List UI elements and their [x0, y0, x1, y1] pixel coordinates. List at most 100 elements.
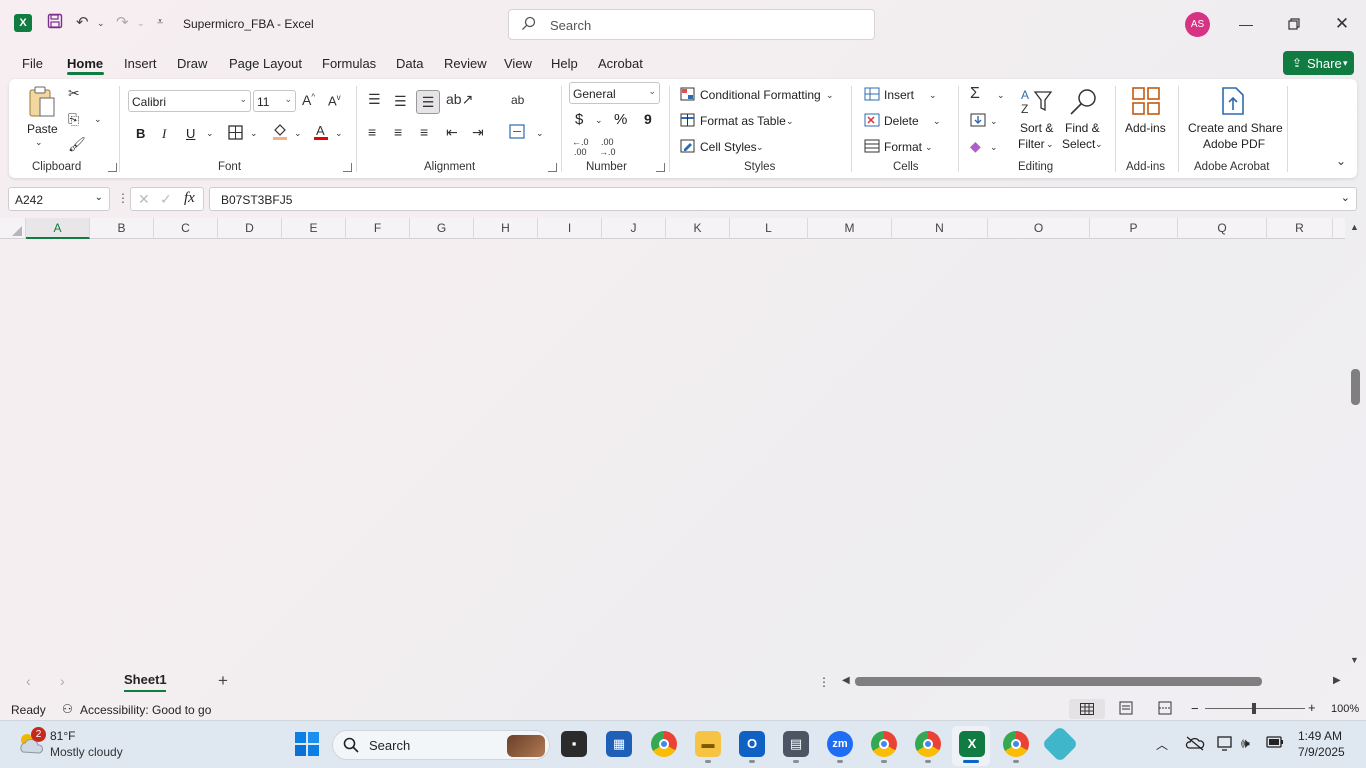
align-right-icon[interactable]: ≡	[420, 124, 428, 140]
chevron-down-icon[interactable]: ⌄	[1046, 139, 1054, 150]
sort-filter-label[interactable]: Sort &	[1020, 121, 1053, 135]
scroll-left-icon[interactable]: ◀	[842, 675, 850, 686]
column-header[interactable]: M	[808, 218, 892, 239]
weather-temp[interactable]: 81°F	[50, 729, 75, 743]
column-header[interactable]: P	[1090, 218, 1178, 239]
chrome-profile-icon[interactable]	[915, 731, 941, 757]
font-launcher-icon[interactable]	[343, 163, 352, 172]
decrease-font-icon[interactable]: Av	[328, 93, 341, 108]
tab-draw[interactable]: Draw	[177, 56, 207, 71]
column-header[interactable]: B	[90, 218, 154, 239]
expand-formula-icon[interactable]: ⌄	[1341, 191, 1350, 204]
close-icon[interactable]: ✕	[1330, 12, 1354, 36]
tab-formulas[interactable]: Formulas	[322, 56, 376, 71]
column-header[interactable]: D	[218, 218, 282, 239]
merge-center-icon[interactable]	[509, 124, 525, 142]
format-cells-icon[interactable]	[864, 139, 880, 156]
cancel-entry-icon[interactable]: ✕	[138, 191, 150, 208]
wrap-text-icon[interactable]: ab	[511, 93, 524, 107]
find-select-icon[interactable]	[1068, 86, 1100, 119]
conditional-formatting-button[interactable]: Conditional Formatting	[700, 88, 821, 102]
add-ins-button[interactable]: Add-ins	[1125, 121, 1166, 135]
tab-data[interactable]: Data	[396, 56, 423, 71]
borders-dropdown-icon[interactable]: ⌄	[250, 128, 258, 139]
worksheet-grid[interactable]	[0, 239, 1345, 666]
weather-description[interactable]: Mostly cloudy	[50, 745, 123, 759]
currency-dropdown-icon[interactable]: ⌄	[595, 115, 603, 126]
sort-filter-icon[interactable]: AZ	[1019, 86, 1053, 119]
tab-file[interactable]: File	[22, 56, 43, 71]
clipboard-launcher-icon[interactable]	[108, 163, 117, 172]
show-hidden-icons[interactable]: ︿	[1156, 736, 1168, 753]
increase-font-icon[interactable]: A^	[302, 92, 315, 108]
zoom-slider-thumb[interactable]	[1252, 703, 1256, 714]
percent-button[interactable]: %	[614, 111, 627, 128]
volume-icon[interactable]: 🕪	[1241, 735, 1250, 752]
select-all-corner[interactable]	[0, 218, 26, 239]
increase-decimal-icon[interactable]: ←.0.00	[572, 137, 589, 157]
bold-button[interactable]: B	[136, 126, 145, 141]
column-header[interactable]: K	[666, 218, 730, 239]
paste-dropdown-icon[interactable]: ⌄	[35, 137, 43, 148]
fill-icon[interactable]	[970, 113, 986, 130]
chrome-icon[interactable]	[651, 731, 677, 757]
sort-filter-label-2[interactable]: Filter	[1018, 137, 1045, 151]
chevron-down-icon[interactable]: ⌄	[826, 90, 834, 101]
column-header[interactable]: I	[538, 218, 602, 239]
start-button[interactable]	[295, 732, 319, 759]
task-view-icon[interactable]: ▪	[561, 731, 587, 757]
minimize-icon[interactable]: —	[1234, 12, 1258, 36]
find-select-label-2[interactable]: Select	[1062, 137, 1095, 151]
fill-color-dropdown-icon[interactable]: ⌄	[294, 128, 302, 139]
cell-styles-button[interactable]: Cell Styles	[700, 140, 757, 154]
align-top-icon[interactable]: ☰	[368, 91, 381, 108]
borders-icon[interactable]	[228, 125, 243, 143]
outlook-icon[interactable]: O	[739, 731, 765, 757]
page-layout-view-icon[interactable]	[1119, 701, 1133, 718]
format-as-table-button[interactable]: Format as Table	[700, 114, 786, 128]
create-pdf-icon[interactable]	[1219, 86, 1247, 119]
font-name-select[interactable]: Calibri ⌄	[128, 90, 251, 112]
column-header[interactable]: H	[474, 218, 538, 239]
tab-page-layout[interactable]: Page Layout	[229, 56, 302, 71]
format-painter-icon[interactable]: 🖌	[68, 136, 86, 153]
more-options-icon[interactable]: ⋮	[117, 191, 129, 205]
column-header[interactable]: J	[602, 218, 666, 239]
column-header[interactable]: N	[892, 218, 988, 239]
clear-dropdown-icon[interactable]: ⌄	[990, 142, 998, 153]
accessibility-status[interactable]: Accessibility: Good to go	[80, 703, 211, 717]
currency-button[interactable]: $	[575, 111, 583, 128]
number-format-select[interactable]: General ⌄	[569, 82, 660, 104]
insert-function-icon[interactable]: fx	[184, 190, 195, 207]
zoom-out-icon[interactable]: −	[1191, 701, 1199, 716]
font-size-select[interactable]: 11 ⌄	[253, 90, 296, 112]
calculator-icon[interactable]: ▤	[783, 731, 809, 757]
chevron-down-icon[interactable]: ⌄	[1095, 139, 1103, 150]
tab-review[interactable]: Review	[444, 56, 487, 71]
column-header[interactable]: L	[730, 218, 808, 239]
decrease-indent-icon[interactable]: ⇤	[446, 124, 458, 141]
column-header[interactable]: F	[346, 218, 410, 239]
column-header[interactable]: Q	[1178, 218, 1267, 239]
cut-icon[interactable]: ✂	[68, 85, 80, 102]
underline-dropdown-icon[interactable]: ⌄	[206, 128, 214, 139]
insert-cells-button[interactable]: Insert	[884, 88, 914, 102]
column-header[interactable]: R	[1267, 218, 1333, 239]
chrome-profile-icon[interactable]	[1003, 731, 1029, 757]
chevron-down-icon[interactable]: ⌄	[786, 116, 794, 127]
autosum-dropdown-icon[interactable]: ⌄	[997, 90, 1005, 101]
chevron-down-icon[interactable]: ⌄	[933, 116, 941, 127]
paste-label[interactable]: Paste	[27, 122, 58, 136]
zoom-in-icon[interactable]: +	[1308, 700, 1316, 715]
underline-button[interactable]: U	[186, 126, 195, 141]
clock-time[interactable]: 1:49 AM	[1298, 729, 1342, 743]
next-sheet-icon[interactable]: ›	[60, 673, 65, 689]
save-icon[interactable]	[47, 13, 63, 33]
search-input[interactable]: Search	[508, 9, 875, 40]
undo-icon[interactable]: ↶	[76, 13, 89, 31]
delete-cells-icon[interactable]	[864, 113, 880, 130]
create-share-pdf-label-2[interactable]: Adobe PDF	[1203, 137, 1265, 151]
column-header[interactable]: O	[988, 218, 1090, 239]
scroll-up-icon[interactable]: ▲	[1350, 222, 1359, 232]
normal-view-button[interactable]	[1069, 699, 1105, 719]
